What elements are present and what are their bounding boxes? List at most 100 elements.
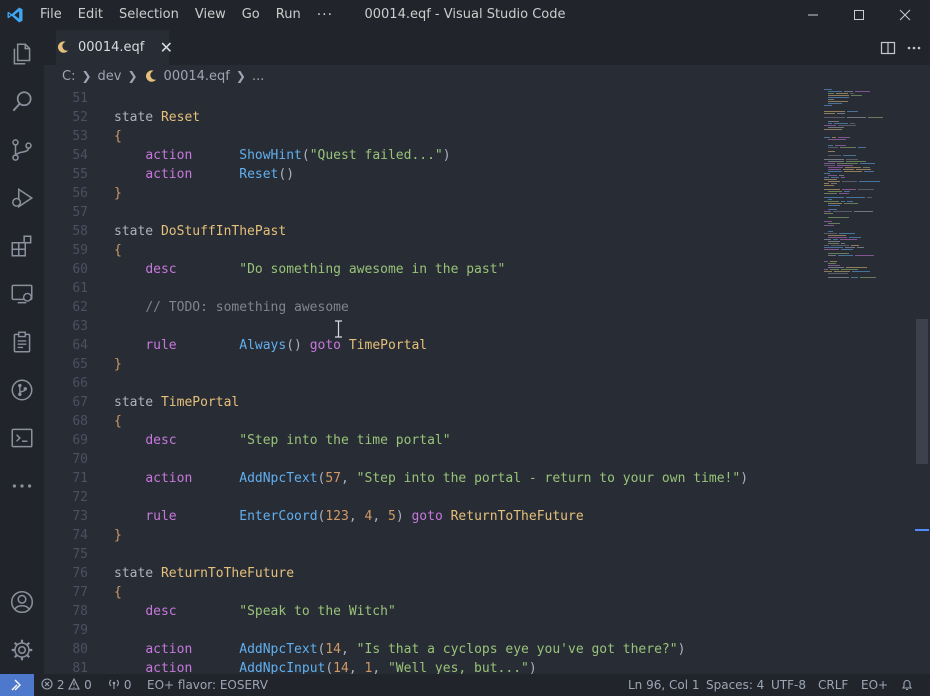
code-line: 63 bbox=[44, 317, 822, 336]
run-debug-button[interactable] bbox=[0, 176, 44, 220]
manage-button[interactable] bbox=[0, 628, 44, 672]
remote-indicator[interactable] bbox=[0, 674, 34, 696]
minimap-line bbox=[828, 237, 847, 238]
line-number: 69 bbox=[72, 433, 88, 448]
remote-icon bbox=[11, 679, 21, 691]
account-icon bbox=[10, 590, 34, 614]
run-debug-icon bbox=[12, 187, 34, 209]
menu-file[interactable]: File bbox=[32, 0, 70, 30]
code-line: 69 desc "Step into the time portal" bbox=[44, 431, 822, 450]
line-number: 56 bbox=[72, 186, 88, 201]
vertical-scrollbar[interactable] bbox=[914, 89, 930, 674]
minimap-line bbox=[841, 269, 858, 270]
minimap-line bbox=[828, 127, 844, 128]
cursor-position[interactable]: Ln 96, Col 1 bbox=[628, 674, 700, 696]
code-line: 79 bbox=[44, 621, 822, 640]
menu-go[interactable]: Go bbox=[234, 0, 268, 30]
minimap-line bbox=[824, 165, 835, 166]
code-line: 70 bbox=[44, 450, 822, 469]
line-number: 61 bbox=[72, 281, 88, 296]
more-actions-icon[interactable] bbox=[906, 40, 922, 56]
minimap-line bbox=[828, 223, 840, 224]
minimap-line bbox=[852, 271, 870, 272]
remote-explorer-button[interactable] bbox=[0, 272, 44, 316]
line-number: 74 bbox=[72, 528, 88, 543]
menu-selection[interactable]: Selection bbox=[111, 0, 187, 30]
minimap-line bbox=[846, 267, 867, 268]
terminal-button[interactable] bbox=[0, 416, 44, 460]
code-line: 67 state TimePortal bbox=[44, 393, 822, 412]
breadcrumb-file[interactable]: 00014.eqf bbox=[164, 69, 230, 84]
text-cursor-icon bbox=[335, 320, 342, 338]
warning-count: 0 bbox=[84, 678, 92, 692]
vscode-logo-icon[interactable] bbox=[6, 6, 24, 24]
minimap[interactable] bbox=[822, 89, 914, 674]
explorer-button[interactable] bbox=[0, 32, 44, 76]
menu-more-icon[interactable]: ··· bbox=[309, 2, 341, 28]
keyword-rule: rule bbox=[145, 338, 177, 353]
scrollbar-cursor-marker bbox=[915, 529, 929, 531]
code-line: 65} bbox=[44, 355, 822, 374]
minimap-line bbox=[843, 155, 856, 156]
breadcrumb-more[interactable]: ... bbox=[252, 69, 264, 84]
menu-view[interactable]: View bbox=[187, 0, 234, 30]
minimap-line bbox=[844, 91, 853, 92]
code-line: 71 action AddNpcText(57, "Step into the … bbox=[44, 469, 822, 488]
ports-indicator[interactable]: 0 bbox=[108, 674, 131, 696]
tab-00014-eqf[interactable]: 00014.eqf ✕ bbox=[56, 30, 173, 65]
minimap-line bbox=[828, 203, 842, 204]
gear-icon bbox=[11, 639, 33, 661]
minimap-line bbox=[833, 239, 838, 240]
minimap-line bbox=[828, 181, 840, 182]
minimap-line bbox=[830, 269, 839, 270]
minimap-line bbox=[856, 169, 871, 170]
scrollbar-thumb[interactable] bbox=[916, 319, 928, 464]
minimap-line bbox=[824, 125, 836, 126]
accounts-button[interactable] bbox=[0, 580, 44, 624]
menu-edit[interactable]: Edit bbox=[70, 0, 111, 30]
line-number: 81 bbox=[72, 661, 88, 674]
breadcrumb-folder[interactable]: dev bbox=[98, 69, 122, 84]
brace: } bbox=[114, 357, 122, 372]
tab-close-icon[interactable]: ✕ bbox=[160, 30, 173, 65]
editor-tabs: 00014.eqf ✕ bbox=[44, 30, 930, 65]
search-button[interactable] bbox=[0, 80, 44, 124]
flavor-indicator[interactable]: EO+ flavor: EOSERV bbox=[147, 674, 268, 696]
moon-file-icon bbox=[145, 70, 156, 82]
breadcrumb-drive[interactable]: C: bbox=[62, 69, 75, 84]
extensions-icon bbox=[11, 235, 32, 257]
menu-run[interactable]: Run bbox=[268, 0, 309, 30]
state-reference: TimePortal bbox=[348, 338, 428, 353]
testing-button[interactable] bbox=[0, 320, 44, 364]
minimap-line bbox=[824, 185, 834, 186]
split-editor-icon[interactable] bbox=[880, 40, 896, 56]
minimap-line bbox=[828, 155, 841, 156]
minimap-line bbox=[824, 197, 844, 198]
code-line: 51 bbox=[44, 89, 822, 108]
minimap-line bbox=[828, 265, 840, 266]
git-graph-icon bbox=[11, 379, 33, 401]
encoding-setting[interactable]: UTF-8 bbox=[771, 674, 806, 696]
minimap-line bbox=[824, 117, 845, 118]
state-name: ReturnToTheFuture bbox=[160, 566, 295, 581]
eol-setting[interactable]: CRLF bbox=[818, 674, 848, 696]
minimap-line bbox=[828, 199, 832, 200]
extensions-button[interactable] bbox=[0, 224, 44, 268]
function-name: EnterCoord bbox=[239, 509, 318, 524]
git-graph-button[interactable] bbox=[0, 368, 44, 412]
close-window-button[interactable] bbox=[882, 0, 928, 30]
maximize-button[interactable] bbox=[836, 0, 882, 30]
minimap-line bbox=[824, 177, 829, 178]
minimize-button[interactable] bbox=[790, 0, 836, 30]
language-mode[interactable]: EO+ bbox=[861, 674, 888, 696]
keyword-state: state bbox=[114, 395, 154, 410]
brace: { bbox=[114, 129, 122, 144]
problems-indicator[interactable]: 2 0 bbox=[41, 674, 92, 696]
source-control-button[interactable] bbox=[0, 128, 44, 172]
indentation-setting[interactable]: Spaces: 4 bbox=[706, 674, 764, 696]
notifications-button[interactable] bbox=[901, 674, 913, 696]
function-name: AddNpcText bbox=[239, 642, 318, 657]
more-views-button[interactable] bbox=[0, 464, 44, 508]
code-comment: // TODO: something awesome bbox=[145, 300, 349, 315]
code-editor[interactable]: 51 52 state Reset 53 { 54 action ShowHint(… bbox=[44, 89, 822, 674]
